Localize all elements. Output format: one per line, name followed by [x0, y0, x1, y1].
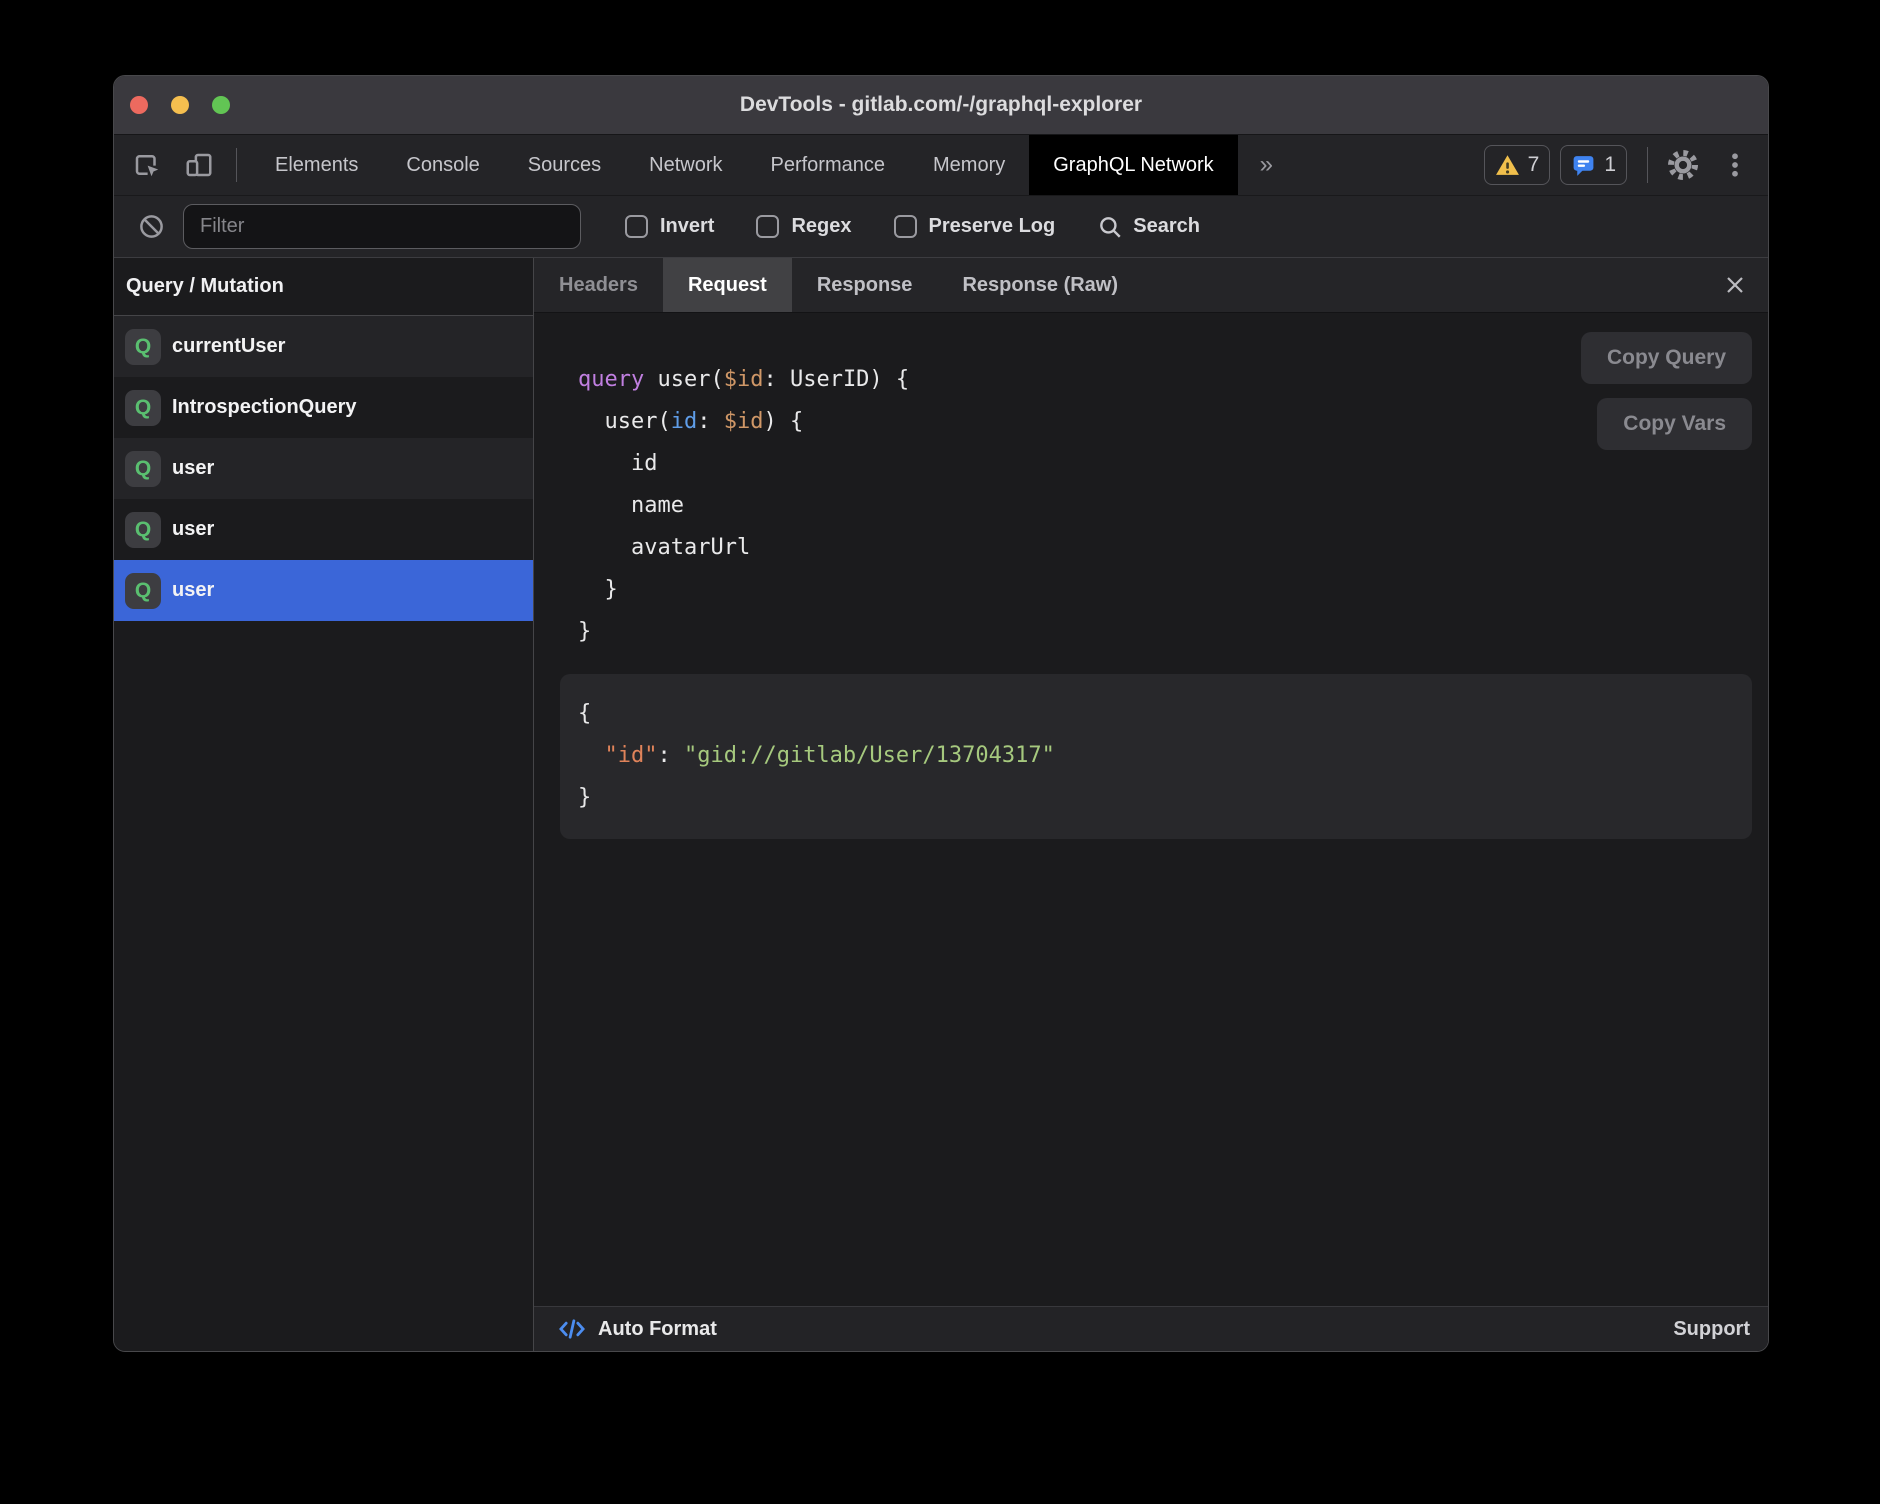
traffic-lights — [130, 96, 230, 114]
code-line: id — [578, 443, 1752, 485]
query-name-label: IntrospectionQuery — [172, 396, 356, 419]
copy-query-button[interactable]: Copy Query — [1581, 332, 1752, 384]
query-name-label: currentUser — [172, 335, 285, 358]
checkbox-preserve-log[interactable]: Preserve Log — [894, 215, 1056, 238]
tab-elements[interactable]: Elements — [251, 135, 382, 195]
checkbox-invert-box[interactable] — [625, 215, 648, 238]
tab-console[interactable]: Console — [382, 135, 503, 195]
query-type-badge: Q — [125, 451, 161, 487]
badge-divider — [1647, 147, 1648, 183]
query-name-label: user — [172, 457, 214, 480]
code-line: } — [578, 611, 1752, 653]
copy-vars-button[interactable]: Copy Vars — [1597, 398, 1752, 450]
code-line: { — [578, 693, 1752, 735]
search-label: Search — [1133, 215, 1200, 238]
toolbar-status-area: 7 1 — [1474, 145, 1768, 185]
code-line: user(id: $id) { — [578, 401, 1752, 443]
detail-tab-request[interactable]: Request — [663, 258, 792, 312]
sidebar-item-currentuser-1[interactable]: QcurrentUser — [114, 316, 533, 377]
auto-format-button[interactable]: Auto Format — [598, 1318, 717, 1341]
checkbox-regex[interactable]: Regex — [756, 215, 851, 238]
query-list-header: Query / Mutation — [114, 258, 533, 316]
query-type-badge: Q — [125, 390, 161, 426]
sidebar-item-introspectionquery-2[interactable]: Q IntrospectionQuery — [114, 377, 533, 438]
query-name-label: user — [172, 518, 214, 541]
search-control[interactable]: Search — [1097, 214, 1200, 240]
tab-memory[interactable]: Memory — [909, 135, 1029, 195]
devtools-window: DevTools - gitlab.com/-/graphql-explorer… — [113, 75, 1769, 1352]
checkbox-preserve-log-box[interactable] — [894, 215, 917, 238]
devtools-toolbar: ElementsConsoleSourcesNetworkPerformance… — [114, 134, 1768, 196]
filter-input[interactable] — [183, 204, 581, 249]
filter-bar: Invert Regex Preserve Log Search — [114, 196, 1768, 258]
filter-options: Invert Regex Preserve Log — [625, 215, 1055, 238]
checkbox-invert[interactable]: Invert — [625, 215, 714, 238]
variables-box: { "id": "gid://gitlab/User/13704317"} — [560, 674, 1752, 839]
toolbar-divider — [236, 148, 237, 182]
toolbar-tabs: ElementsConsoleSourcesNetworkPerformance… — [251, 135, 1238, 195]
request-tab-content: query user($id: UserID) { user(id: $id) … — [534, 313, 1768, 1306]
auto-format-icon — [558, 1315, 586, 1343]
detail-tab-response-raw[interactable]: Response (Raw) — [937, 258, 1143, 312]
close-window-button[interactable] — [130, 96, 148, 114]
tab-graphql-network[interactable]: GraphQL Network — [1029, 135, 1237, 195]
inspect-element-icon[interactable] — [132, 150, 162, 180]
more-tabs-button[interactable]: » — [1238, 151, 1295, 179]
detail-tab-headers[interactable]: Headers — [534, 258, 663, 312]
checkbox-regex-box[interactable] — [756, 215, 779, 238]
checkbox-regex-label: Regex — [791, 215, 851, 238]
sidebar-item-user-5[interactable]: Quser — [114, 560, 533, 621]
kebab-menu-icon[interactable] — [1718, 148, 1752, 182]
code-line: query user($id: UserID) { — [578, 359, 1752, 401]
tab-network[interactable]: Network — [625, 135, 746, 195]
query-name-label: user — [172, 579, 214, 602]
code-line: name — [578, 485, 1752, 527]
code-line: } — [578, 777, 1752, 819]
code-line: } — [578, 569, 1752, 611]
search-icon — [1097, 214, 1123, 240]
minimize-window-button[interactable] — [171, 96, 189, 114]
message-icon — [1571, 153, 1596, 178]
main-split: Query / Mutation QcurrentUserQIntrospect… — [114, 258, 1768, 1351]
query-type-badge: Q — [125, 512, 161, 548]
window-title: DevTools - gitlab.com/-/graphql-explorer — [114, 93, 1768, 117]
warning-icon — [1495, 153, 1520, 178]
detail-tabs: HeadersRequestResponseResponse (Raw) — [534, 258, 1768, 313]
detail-tab-response[interactable]: Response — [792, 258, 938, 312]
issues-count: 1 — [1604, 153, 1616, 177]
warnings-badge[interactable]: 7 — [1484, 145, 1551, 185]
query-type-badge: Q — [125, 573, 161, 609]
query-type-badge: Q — [125, 329, 161, 365]
warning-count: 7 — [1528, 153, 1540, 177]
variables-code: { "id": "gid://gitlab/User/13704317"} — [578, 693, 1752, 819]
copy-buttons: Copy Query Copy Vars — [1581, 332, 1752, 450]
issues-badge[interactable]: 1 — [1560, 145, 1627, 185]
sidebar-item-user-3[interactable]: Quser — [114, 438, 533, 499]
checkbox-preserve-log-label: Preserve Log — [929, 215, 1056, 238]
query-list: QcurrentUserQIntrospectionQueryQuserQuse… — [114, 316, 533, 621]
code-line: "id": "gid://gitlab/User/13704317" — [578, 735, 1752, 777]
sidebar-item-user-4[interactable]: Quser — [114, 499, 533, 560]
clear-filter-icon[interactable] — [138, 213, 165, 240]
code-line: avatarUrl — [578, 527, 1752, 569]
detail-panel: HeadersRequestResponseResponse (Raw) que… — [534, 258, 1768, 1351]
device-toolbar-icon[interactable] — [184, 150, 214, 180]
checkbox-invert-label: Invert — [660, 215, 714, 238]
maximize-window-button[interactable] — [212, 96, 230, 114]
close-detail-icon[interactable] — [1722, 272, 1748, 298]
tab-sources[interactable]: Sources — [504, 135, 625, 195]
title-bar: DevTools - gitlab.com/-/graphql-explorer — [114, 76, 1768, 134]
detail-footer: Auto Format Support — [534, 1306, 1768, 1351]
settings-gear-icon[interactable] — [1666, 148, 1700, 182]
query-list-panel: Query / Mutation QcurrentUserQIntrospect… — [114, 258, 534, 1351]
tab-performance[interactable]: Performance — [747, 135, 910, 195]
request-query-code: query user($id: UserID) { user(id: $id) … — [578, 359, 1752, 653]
support-link[interactable]: Support — [1673, 1318, 1750, 1341]
